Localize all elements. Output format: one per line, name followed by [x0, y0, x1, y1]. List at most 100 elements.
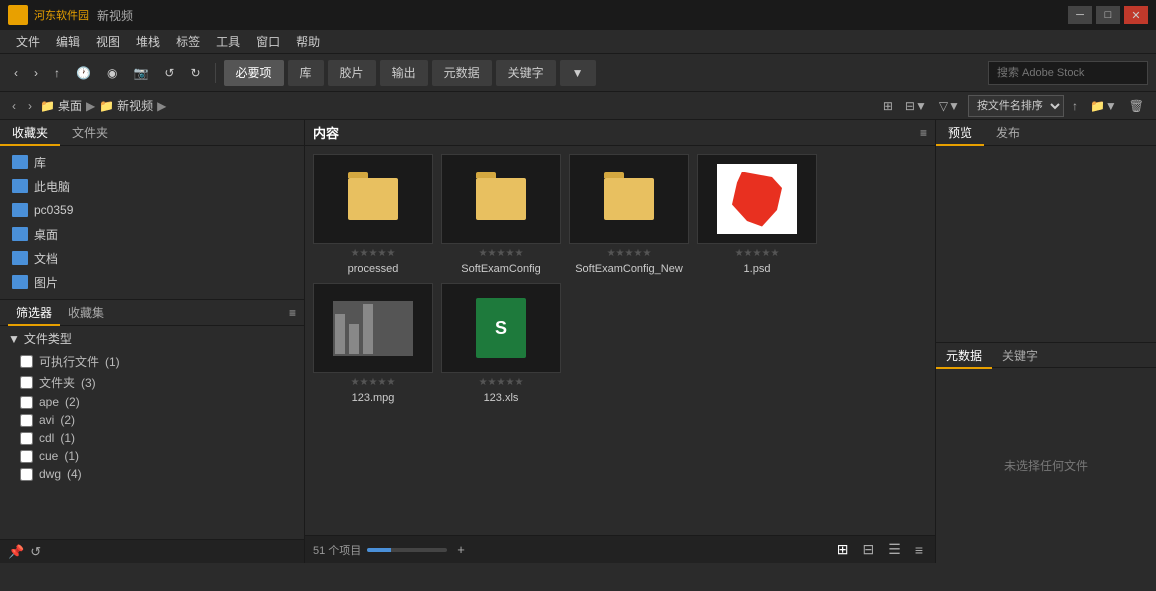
filter-dwg[interactable]: dwg (4): [0, 465, 304, 483]
thumb-item-processed[interactable]: ★★★★★ processed: [313, 154, 433, 275]
sort-select[interactable]: 按文件名排序 按日期排序 按大小排序: [968, 95, 1064, 117]
dwg-label: dwg: [39, 467, 61, 481]
filter-avi[interactable]: avi (2): [0, 411, 304, 429]
meta-tab-metadata[interactable]: 元数据: [936, 343, 992, 369]
new-video-folder-icon: 📁: [99, 99, 114, 113]
filter-tab-filter[interactable]: 筛选器: [8, 300, 60, 326]
filter-cdl[interactable]: cdl (1): [0, 429, 304, 447]
maximize-button[interactable]: □: [1096, 6, 1120, 24]
thumb-box-processed: [313, 154, 433, 244]
content-menu-button[interactable]: ≡: [920, 126, 927, 140]
menu-window[interactable]: 窗口: [248, 31, 288, 52]
recent-btn[interactable]: 🕐: [70, 60, 97, 86]
ape-checkbox[interactable]: [20, 396, 33, 409]
reveal-btn[interactable]: ◉: [101, 60, 123, 86]
delete-btn[interactable]: 🗑: [1125, 97, 1148, 115]
menu-help[interactable]: 帮助: [288, 31, 328, 52]
search-input[interactable]: [988, 61, 1148, 85]
avi-count: (2): [60, 413, 75, 427]
folder-checkbox[interactable]: [20, 376, 33, 389]
filter-btn[interactable]: ▽▼: [935, 97, 964, 115]
filter-section: 筛选器 收藏集 ≡ ▼ 文件类型 可执行文件 (1) 文件夹 (3) ape: [0, 299, 304, 539]
path-desktop-label: 桌面: [58, 97, 82, 114]
view-detail-btn[interactable]: ☰: [884, 539, 905, 560]
menu-label[interactable]: 标签: [168, 31, 208, 52]
thumb-item-psd[interactable]: ★★★★★ 1.psd: [697, 154, 817, 275]
path-new-video[interactable]: 📁 新视频: [99, 97, 153, 114]
pin-button[interactable]: 📌: [8, 544, 24, 560]
view-list-btn[interactable]: ⊟: [859, 539, 879, 560]
nav-back-button[interactable]: ‹: [8, 60, 24, 86]
preview-tab-preview[interactable]: 预览: [936, 120, 984, 146]
meta-content: 未选择任何文件: [936, 368, 1156, 564]
avi-checkbox[interactable]: [20, 414, 33, 427]
new-folder-btn[interactable]: 📁▼: [1086, 97, 1121, 115]
tab-library[interactable]: 库: [288, 60, 324, 86]
nav-parent-button[interactable]: ↑: [48, 60, 66, 86]
menu-file[interactable]: 文件: [8, 31, 48, 52]
sidebar-item-desktop[interactable]: 桌面: [0, 222, 304, 246]
thumb-item-softexam1[interactable]: ★★★★★ SoftExamConfig: [441, 154, 561, 275]
tab-more[interactable]: ▼: [560, 60, 596, 86]
sidebar-tab-favorites[interactable]: 收藏夹: [0, 120, 60, 146]
filter-tab-collection[interactable]: 收藏集: [60, 300, 112, 326]
preview-tab-publish[interactable]: 发布: [984, 120, 1032, 146]
filter-menu-button[interactable]: ≡: [289, 306, 296, 320]
minimize-button[interactable]: ─: [1068, 6, 1092, 24]
sort-asc-btn[interactable]: ↑: [1068, 97, 1082, 115]
meta-tab-keyword[interactable]: 关键字: [992, 343, 1048, 369]
view-grid-btn[interactable]: ⊞: [833, 539, 853, 560]
sidebar-item-pc0359[interactable]: pc0359: [0, 198, 304, 222]
dwg-checkbox[interactable]: [20, 468, 33, 481]
filter-ape[interactable]: ape (2): [0, 393, 304, 411]
sidebar-item-computer[interactable]: 此电脑: [0, 174, 304, 198]
filter-folder[interactable]: 文件夹 (3): [0, 372, 304, 393]
filter-executable[interactable]: 可执行文件 (1): [0, 351, 304, 372]
sidebar-item-pictures[interactable]: 图片: [0, 270, 304, 294]
thumb-label-mpg: 123.mpg: [352, 392, 395, 404]
path-sep-1: ▶: [86, 99, 95, 113]
tab-film[interactable]: 胶片: [328, 60, 376, 86]
rotate-cw-button[interactable]: ↻: [184, 60, 206, 86]
cue-checkbox[interactable]: [20, 450, 33, 463]
path-desktop[interactable]: 📁 桌面: [40, 97, 82, 114]
thumb-item-mpg[interactable]: ★★★★★ 123.mpg: [313, 283, 433, 404]
menu-view[interactable]: 视图: [88, 31, 128, 52]
path-back-btn[interactable]: ‹: [8, 97, 20, 115]
filetype-group-title[interactable]: ▼ 文件类型: [0, 326, 304, 351]
thumb-item-xls[interactable]: S ★★★★★ 123.xls: [441, 283, 561, 404]
tab-keyword[interactable]: 关键字: [496, 60, 556, 86]
sort-order-btn[interactable]: ⊟▼: [901, 97, 931, 115]
psd-shape: [732, 172, 782, 227]
tab-essentials[interactable]: 必要项: [224, 60, 284, 86]
stars-processed: ★★★★★: [351, 248, 396, 259]
cdl-checkbox[interactable]: [20, 432, 33, 445]
path-forward-btn[interactable]: ›: [24, 97, 36, 115]
executable-checkbox[interactable]: [20, 355, 33, 368]
folder-label: 文件夹: [39, 374, 75, 391]
menu-tools[interactable]: 工具: [208, 31, 248, 52]
camera-btn[interactable]: 📷: [127, 60, 154, 86]
tab-output[interactable]: 输出: [380, 60, 428, 86]
refresh-button[interactable]: ↺: [30, 544, 41, 560]
menu-edit[interactable]: 编辑: [48, 31, 88, 52]
filter-cue[interactable]: cue (1): [0, 447, 304, 465]
view-compact-btn[interactable]: ≡: [911, 540, 927, 560]
desktop-icon: [12, 227, 28, 241]
thumb-item-softexam2[interactable]: ★★★★★ SoftExamConfig_New: [569, 154, 689, 275]
filter-icon-btn[interactable]: ⊞: [879, 97, 897, 115]
computer-folder-icon: [12, 179, 28, 193]
sidebar-item-library[interactable]: 库: [0, 150, 304, 174]
add-content-btn[interactable]: +: [453, 540, 469, 559]
sidebar-tab-folders[interactable]: 文件夹: [60, 120, 120, 146]
nav-forward-button[interactable]: ›: [28, 60, 44, 86]
stars-xls: ★★★★★: [479, 377, 524, 388]
menu-stack[interactable]: 堆栈: [128, 31, 168, 52]
stars-softexam1: ★★★★★: [479, 248, 524, 259]
rotate-ccw-button[interactable]: ↺: [158, 60, 180, 86]
sidebar-item-documents[interactable]: 文档: [0, 246, 304, 270]
stars-mpg: ★★★★★: [351, 377, 396, 388]
thumb-box-softexam1: [441, 154, 561, 244]
tab-metadata[interactable]: 元数据: [432, 60, 492, 86]
close-button[interactable]: ✕: [1124, 6, 1148, 24]
